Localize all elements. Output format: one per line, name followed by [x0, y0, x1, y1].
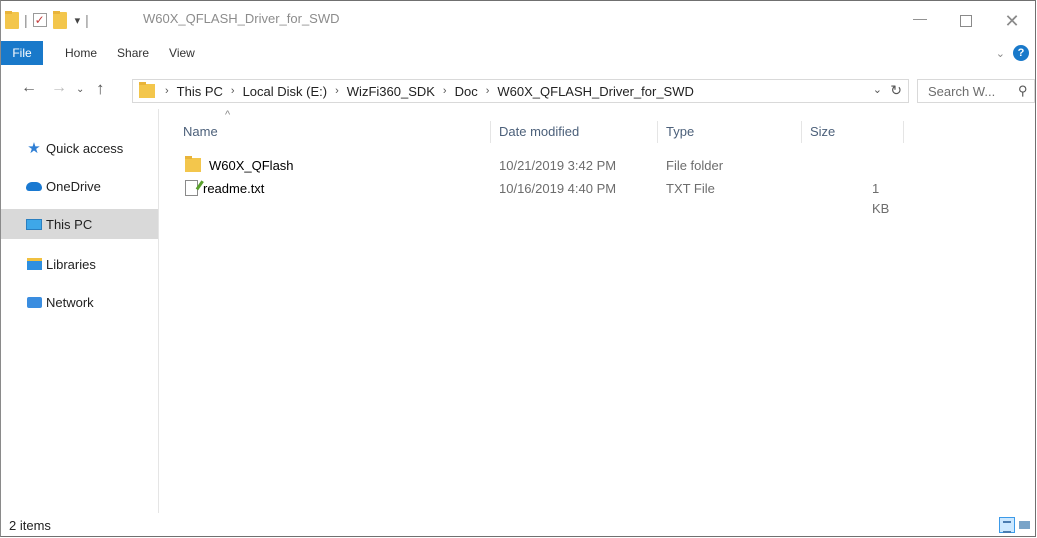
file-date: 10/16/2019 4:40 PM [499, 181, 617, 196]
folder-icon [139, 82, 155, 98]
file-name[interactable]: W60X_QFlash [209, 156, 294, 176]
file-type: File folder [666, 158, 724, 173]
search-placeholder: Search W... [928, 84, 996, 99]
tab-share[interactable]: Share [107, 41, 159, 65]
toolbar-separator: | [24, 12, 28, 28]
folder-icon[interactable] [5, 10, 19, 29]
breadcrumb-this-pc[interactable]: This PC [177, 84, 223, 99]
sort-ascending-icon: ^ [225, 109, 231, 121]
sidebar-item-label: Network [46, 294, 94, 310]
help-icon[interactable]: ? [1013, 45, 1029, 61]
text-file-icon [185, 180, 198, 196]
folder-icon [185, 156, 201, 172]
title-bar: | ✓ ▾ | W60X_QFLASH_Driver_for_SWD — ✕ [1, 1, 1035, 41]
forward-button[interactable]: → [51, 79, 67, 97]
file-type: TXT File [666, 181, 715, 196]
expand-ribbon-icon[interactable]: ⌄ [996, 47, 1005, 60]
breadcrumb-separator[interactable]: › [165, 85, 169, 97]
address-bar[interactable]: › This PC › Local Disk (E:) › WizFi360_S… [132, 79, 909, 103]
sidebar-item-this-pc[interactable]: This PC [1, 209, 158, 239]
details-view-icon[interactable] [999, 517, 1015, 533]
breadcrumb-separator[interactable]: › [486, 85, 490, 97]
sidebar-item-label: OneDrive [46, 178, 101, 194]
sidebar-item-network[interactable]: Network [1, 287, 158, 317]
back-button[interactable]: ← [21, 79, 37, 97]
tab-home[interactable]: Home [55, 41, 107, 65]
navigation-row: ← → ⌄ ↑ › This PC › Local Disk (E:) › Wi… [1, 75, 1035, 107]
customize-toolbar-icon[interactable]: ▾ [75, 14, 81, 27]
breadcrumb-separator[interactable]: › [443, 85, 447, 97]
column-header-date-modified[interactable]: Date modified [491, 121, 658, 143]
minimize-button[interactable]: — [897, 1, 943, 38]
breadcrumb-current-folder[interactable]: W60X_QFLASH_Driver_for_SWD [497, 84, 694, 99]
file-name[interactable]: readme.txt [203, 179, 264, 199]
quick-access-toolbar: | ✓ ▾ | [5, 9, 94, 31]
column-header-size[interactable]: Size [802, 121, 904, 143]
sidebar-item-quick-access[interactable]: ★ Quick access [1, 133, 158, 163]
maximize-button[interactable] [943, 1, 989, 41]
library-icon [25, 257, 43, 271]
breadcrumb-doc[interactable]: Doc [455, 84, 478, 99]
star-icon: ★ [27, 140, 41, 157]
ribbon-tabs: File Home Share View ⌄ ? [1, 41, 1035, 65]
up-button[interactable]: ↑ [96, 79, 105, 99]
column-header-type[interactable]: Type [658, 121, 802, 143]
search-icon[interactable]: ⚲ [1018, 83, 1028, 99]
sidebar-item-label: Libraries [46, 256, 96, 272]
ribbon-right-controls: ⌄ ? [996, 45, 1029, 61]
breadcrumb-local-disk[interactable]: Local Disk (E:) [243, 84, 328, 99]
explorer-window: | ✓ ▾ | W60X_QFLASH_Driver_for_SWD — ✕ F… [0, 0, 1036, 537]
properties-check-icon[interactable]: ✓ [32, 13, 47, 27]
toolbar-separator: | [85, 12, 89, 28]
recent-locations-icon[interactable]: ⌄ [76, 84, 84, 95]
file-list: ^ Name Date modified Type Size W60X_QFla… [159, 109, 1035, 513]
maximize-icon [960, 15, 972, 27]
tab-view[interactable]: View [159, 41, 205, 65]
file-date: 10/21/2019 3:42 PM [499, 158, 617, 173]
table-row[interactable]: readme.txt 10/16/2019 4:40 PM TXT File 1… [185, 179, 889, 216]
status-bar: 2 items [1, 513, 1035, 536]
breadcrumb-separator[interactable]: › [231, 85, 235, 97]
sidebar-item-label: Quick access [46, 140, 124, 156]
large-icons-view-icon[interactable] [1017, 517, 1033, 533]
window-title: W60X_QFLASH_Driver_for_SWD [143, 11, 340, 26]
file-size: 1 KB [872, 181, 890, 216]
network-icon [25, 295, 43, 309]
sidebar-item-label: This PC [46, 216, 93, 232]
refresh-icon[interactable]: ↻ [890, 82, 902, 99]
address-dropdown-icon[interactable]: ⌄ [873, 83, 882, 96]
column-header-name[interactable]: Name [175, 121, 491, 143]
search-box[interactable]: Search W... ⚲ [917, 79, 1035, 103]
cloud-icon [25, 179, 43, 193]
sidebar-item-libraries[interactable]: Libraries [1, 249, 158, 279]
item-count: 2 items [9, 518, 51, 533]
table-row[interactable]: W60X_QFlash 10/21/2019 3:42 PM File fold… [185, 156, 885, 176]
tab-file[interactable]: File [1, 41, 43, 65]
breadcrumb-wizfi360-sdk[interactable]: WizFi360_SDK [347, 84, 435, 99]
close-button[interactable]: ✕ [989, 1, 1035, 41]
breadcrumb-separator[interactable]: › [335, 85, 339, 97]
navigation-pane: ★ Quick access OneDrive This PC Librarie… [1, 109, 159, 513]
computer-icon [25, 217, 43, 231]
new-folder-icon[interactable] [52, 10, 67, 29]
sidebar-item-onedrive[interactable]: OneDrive [1, 171, 158, 201]
